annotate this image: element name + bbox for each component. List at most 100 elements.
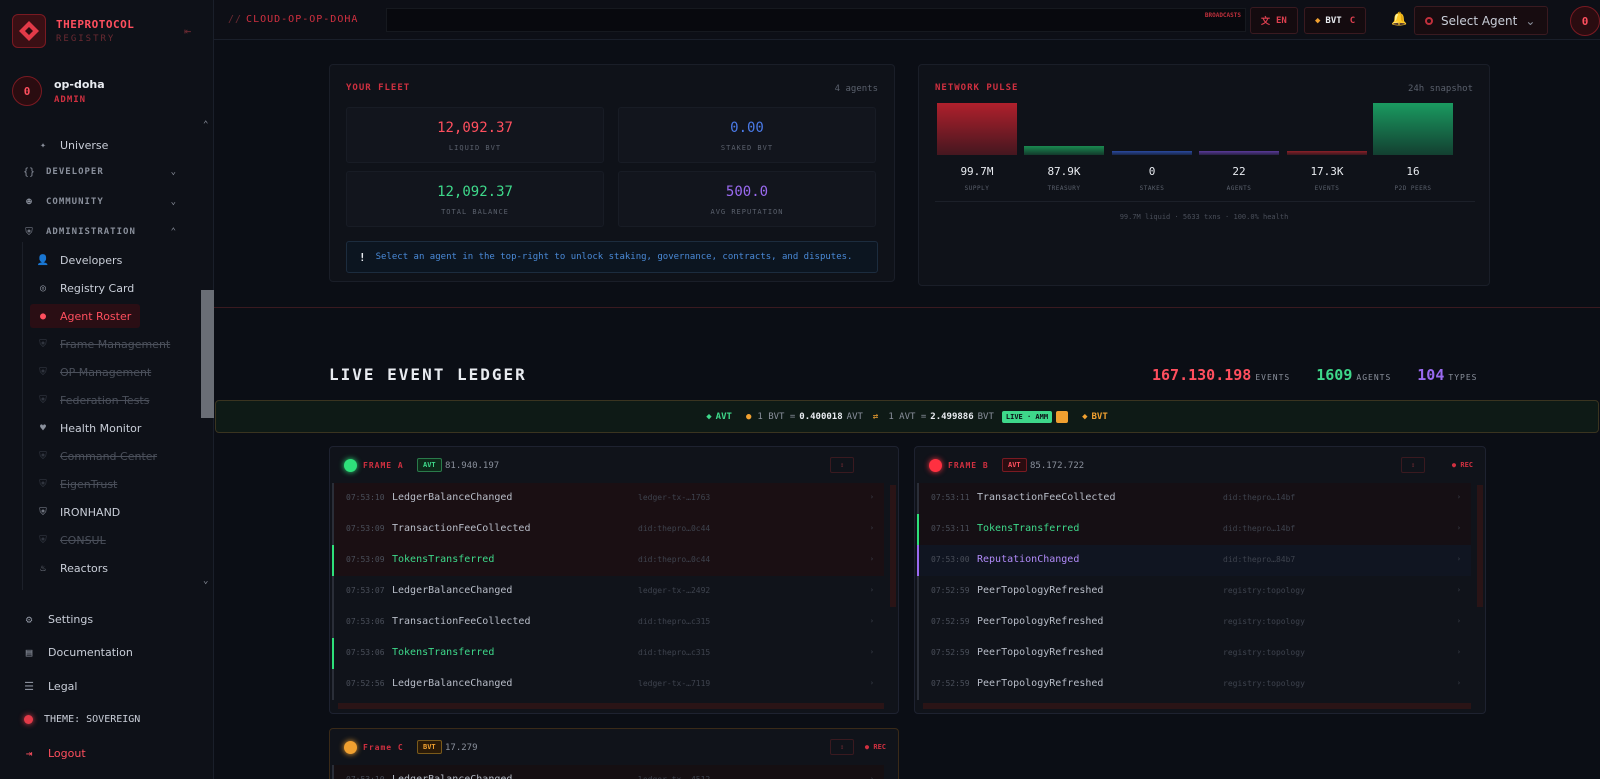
- event-type: PeerTopologyRefreshed: [977, 678, 1104, 689]
- frame-header: FRAME A AVT 81.940.197 ↕: [330, 447, 898, 483]
- event-ref: registry:topology: [1223, 586, 1305, 595]
- table-row[interactable]: 07:53:10 LedgerBalanceChanged ledger-tx-…1…: [332, 483, 884, 514]
- sidebar-item-health-monitor[interactable]: ♥ Health Monitor: [36, 416, 186, 440]
- chevron-right-icon: ›: [869, 679, 874, 687]
- settings-link[interactable]: ⚙ Settings: [22, 607, 93, 631]
- event-time: 07:53:10: [346, 775, 385, 779]
- event-ref: ledger-tx-…7119: [638, 679, 711, 688]
- event-type: LedgerBalanceChanged: [392, 774, 512, 779]
- section-divider: [214, 307, 1600, 308]
- pulse-value: 0: [1148, 165, 1156, 178]
- chevron-up-icon: ⌃: [170, 227, 176, 237]
- chevron-right-icon: ›: [869, 555, 874, 563]
- user-role: ADMIN: [54, 94, 87, 105]
- brand-logo[interactable]: THEPROTOCOL REGISTRY: [12, 14, 134, 48]
- scroll-down-icon[interactable]: ⌄: [203, 576, 208, 586]
- nav-scroll-area: ✦ Universe {} DEVELOPER ⌄ ☻ COMMUNITY ⌄ …: [0, 122, 200, 590]
- frame-expand-button[interactable]: ↕: [830, 739, 854, 755]
- frame-horizontal-scrollbar[interactable]: [923, 703, 1471, 709]
- frame-horizontal-scrollbar[interactable]: [338, 703, 884, 709]
- frame-expand-button[interactable]: ↕: [830, 457, 854, 473]
- frame-rec-indicator: ● REC: [1451, 461, 1473, 469]
- event-time: 07:53:09: [346, 524, 385, 533]
- sidebar-group-administration[interactable]: ⛨ ADMINISTRATION ⌃: [22, 220, 198, 244]
- sidebar-item-universe[interactable]: ✦ Universe: [36, 133, 186, 157]
- event-time: 07:53:11: [931, 524, 970, 533]
- pulse-label: SUPPLY: [964, 185, 990, 192]
- event-ref: did:thepro…84b7: [1223, 555, 1296, 564]
- table-row[interactable]: 07:53:11 TokensTransferred did:thepro…14bf…: [917, 514, 1471, 545]
- documentation-link[interactable]: ▤ Documentation: [22, 640, 133, 664]
- table-row[interactable]: 07:53:09 TokensTransferred did:thepro…0c44…: [332, 545, 884, 576]
- ledger-stats: 167.130.198 EVENTS 1609 AGENTS 104 TYPES: [1152, 366, 1478, 384]
- table-row[interactable]: 07:53:09 TransactionFeeCollected did:thepr…: [332, 514, 884, 545]
- breadcrumb: //CLOUD-OP-OP-DOHA: [228, 14, 359, 25]
- table-row[interactable]: 07:52:59 PeerTopologyRefreshed registry:to…: [917, 607, 1471, 638]
- shield-icon: ⛨: [39, 534, 47, 546]
- table-row[interactable]: 07:52:59 PeerTopologyRefreshed registry:to…: [917, 669, 1471, 700]
- sidebar-item-registry-card[interactable]: ◎ Registry Card: [36, 276, 186, 300]
- frame-count: 85.172.722: [1030, 461, 1085, 471]
- table-row[interactable]: 07:53:06 TransactionFeeCollected did:thepr…: [332, 607, 884, 638]
- pulse-value: 16: [1406, 165, 1420, 178]
- event-time: 07:53:06: [346, 648, 385, 657]
- theme-toggle[interactable]: THEME: SOVEREIGN: [22, 707, 140, 731]
- pulse-footer: 99.7M liquid · 5633 txns · 100.0% health: [1119, 213, 1289, 221]
- shield-icon: ⛨: [39, 394, 47, 406]
- table-row[interactable]: 07:52:59 PeerTopologyRefreshed registry:to…: [917, 576, 1471, 607]
- live-amm-badge-tail: [1056, 410, 1069, 423]
- table-row[interactable]: 07:53:10 LedgerBalanceChanged ledger-tx-…4…: [332, 765, 884, 779]
- event-type: TransactionFeeCollected: [392, 523, 531, 534]
- avt-diamond-icon: ◆: [706, 411, 712, 422]
- broadcast-ticker: BROADCASTS: [386, 8, 1246, 32]
- table-row[interactable]: 07:53:00 ReputationChanged did:thepro…84b7…: [917, 545, 1471, 576]
- fleet-meta: 4 agents: [834, 84, 878, 94]
- sidebar-group-developer[interactable]: {} DEVELOPER ⌄: [22, 160, 198, 184]
- frame-status-dot-icon: [344, 459, 357, 472]
- frame-expand-button[interactable]: ↕: [1401, 457, 1425, 473]
- chevron-right-icon: ›: [1456, 648, 1461, 656]
- event-type: TokensTransferred: [392, 554, 495, 565]
- language-button[interactable]: 文 EN: [1250, 7, 1298, 34]
- collapse-sidebar-icon[interactable]: ⇤: [184, 24, 191, 38]
- user-profile[interactable]: 0 op-doha ADMIN: [12, 76, 105, 106]
- frame-count: 17.279: [445, 743, 478, 753]
- sidebar-item-developers[interactable]: 👤 Developers: [36, 248, 186, 272]
- event-time: 07:53:06: [346, 617, 385, 626]
- sidebar-scrollbar-thumb[interactable]: [201, 290, 214, 418]
- shield-icon: ⛨: [25, 226, 33, 238]
- chevron-right-icon: ›: [869, 493, 874, 501]
- frame-name: FRAME A: [363, 461, 404, 470]
- bell-icon[interactable]: 🔔: [1391, 12, 1407, 27]
- currency-button[interactable]: ◆ BVT C: [1304, 7, 1367, 34]
- document-icon: ☰: [24, 679, 34, 693]
- event-type: PeerTopologyRefreshed: [977, 647, 1104, 658]
- legal-link[interactable]: ☰ Legal: [22, 674, 77, 698]
- pulse-bar-supply: [937, 103, 1017, 155]
- frame-c-panel: Frame C BVT17.279 ↕ ● REC 07:53:10 LedgerBala…: [329, 728, 899, 779]
- frame-scrollbar[interactable]: [1477, 485, 1483, 607]
- pulse-label: STAKES: [1139, 185, 1165, 192]
- frame-scrollbar[interactable]: [890, 485, 896, 607]
- exchange-rate-bar: ◆ AVT ● 1 BVT = 0.400018 AVT ⇄ 1 AVT = 2…: [215, 400, 1599, 433]
- users-icon: ☻: [25, 196, 33, 208]
- event-time: 07:53:00: [931, 555, 970, 564]
- scroll-up-icon[interactable]: ⌃: [203, 120, 208, 130]
- avatar[interactable]: 0: [1570, 6, 1600, 36]
- agent-select[interactable]: Select Agent ⌄: [1414, 6, 1548, 35]
- table-row[interactable]: 07:53:07 LedgerBalanceChanged ledger-tx-…2…: [332, 576, 884, 607]
- table-row[interactable]: 07:52:59 PeerTopologyRefreshed registry:to…: [917, 638, 1471, 669]
- pulse-divider: [935, 201, 1475, 202]
- sidebar-item-reactors[interactable]: ♨ Reactors: [36, 556, 186, 580]
- sidebar-item-agent-roster[interactable]: ● Agent Roster: [30, 304, 140, 328]
- shield-icon: ⛨: [39, 478, 47, 490]
- stat-total-balance: 12,092.37 TOTAL BALANCE: [346, 171, 604, 227]
- sidebar-item-ironhand[interactable]: ⛨ IRONHAND: [36, 500, 186, 524]
- bvt-diamond-icon: ◆: [1082, 411, 1088, 422]
- table-row[interactable]: 07:52:56 LedgerBalanceChanged ledger-tx-…7…: [332, 669, 884, 700]
- logout-button[interactable]: ⇥ Logout: [22, 741, 86, 765]
- table-row[interactable]: 07:53:11 TransactionFeeCollected did:thepr…: [917, 483, 1471, 514]
- event-type: LedgerBalanceChanged: [392, 492, 513, 503]
- sidebar-group-community[interactable]: ☻ COMMUNITY ⌄: [22, 190, 198, 214]
- table-row[interactable]: 07:53:06 TokensTransferred did:thepro…c315…: [332, 638, 884, 669]
